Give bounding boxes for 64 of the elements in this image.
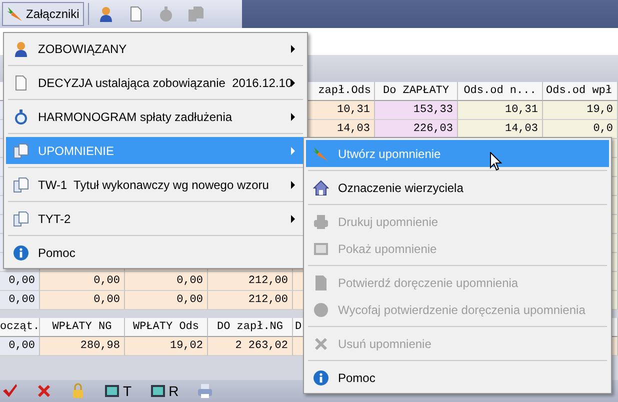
table-cell: 212,00 [208,272,293,291]
table-cell: 10,31 [458,101,543,120]
menu-item[interactable]: Pomoc [6,239,305,266]
check-icon [2,383,18,399]
person-icon [13,40,29,56]
printer-icon [313,214,329,230]
table-cell: 2 263,02 [208,337,293,356]
delete-icon [313,336,329,352]
grid-icon [150,383,166,399]
menu-item[interactable]: Pomoc [306,364,609,391]
cursor-icon [490,152,502,171]
documents-icon [13,142,29,158]
table-cell: 0,00 [125,272,208,291]
info-icon [13,244,29,260]
document-icon [13,74,29,90]
menu-item[interactable]: ZOBOWIĄZANY [6,35,305,62]
stopwatch-icon [158,6,174,22]
table-cell: 19,02 [125,337,208,356]
table-cell: 0,00 [125,291,208,310]
column-header: WPŁATY NG [40,318,125,337]
person-icon [98,6,114,22]
column-header: ocząt. [0,318,40,337]
submenu-arrow-icon [291,45,295,53]
column-header: WPŁATY Ods [125,318,208,337]
printer-icon [196,383,213,399]
carrot-icon [7,6,23,22]
column-header: Do ZAPŁATY [375,82,458,101]
column-header: Ods.od n... [458,82,543,101]
menu-item[interactable]: TYT-2 [6,205,305,232]
table-cell: 153,33 [375,101,458,120]
menu-item[interactable]: Oznaczenie wierzyciela [306,174,609,201]
submenu-arrow-icon [291,215,295,223]
lock-icon [70,383,86,399]
submenu-arrow-icon [291,79,295,87]
house-icon [313,180,329,196]
circle-icon [313,302,329,318]
view-button[interactable]: R [144,381,185,401]
submenu-arrow-icon [291,113,295,121]
table-cell: 212,00 [208,291,293,310]
grid-icon [104,383,120,399]
table-cell: 19,0 [543,101,618,120]
table-cell: 0,00 [0,337,40,356]
view-button[interactable]: T [98,381,138,401]
delete-icon [36,383,52,399]
table-cell: 0,00 [0,291,40,310]
stopwatch-icon [13,108,29,124]
table-cell: 280,98 [40,337,125,356]
table-cell: 0,00 [40,291,125,310]
column-header: Ods.od wpł [543,82,618,101]
documents-icon [13,210,29,226]
grid-icon [313,240,329,256]
column-header: DO zapł.NG [208,318,293,337]
attachments-button[interactable]: Załączniki [2,2,84,26]
document-icon [128,6,144,22]
info-icon [313,370,329,386]
documents-icon [188,6,204,22]
submenu-arrow-icon [291,147,295,155]
carrot-icon [313,146,329,162]
table-cell: 0,0 [543,120,618,139]
table-cell: 0,00 [40,272,125,291]
documents-icon [13,176,29,192]
submenu-arrow-icon [291,181,295,189]
table-cell: 0,00 [0,272,40,291]
menu-item[interactable]: TW-1 Tytuł wykonawczy wg nowego wzoru [6,171,305,198]
